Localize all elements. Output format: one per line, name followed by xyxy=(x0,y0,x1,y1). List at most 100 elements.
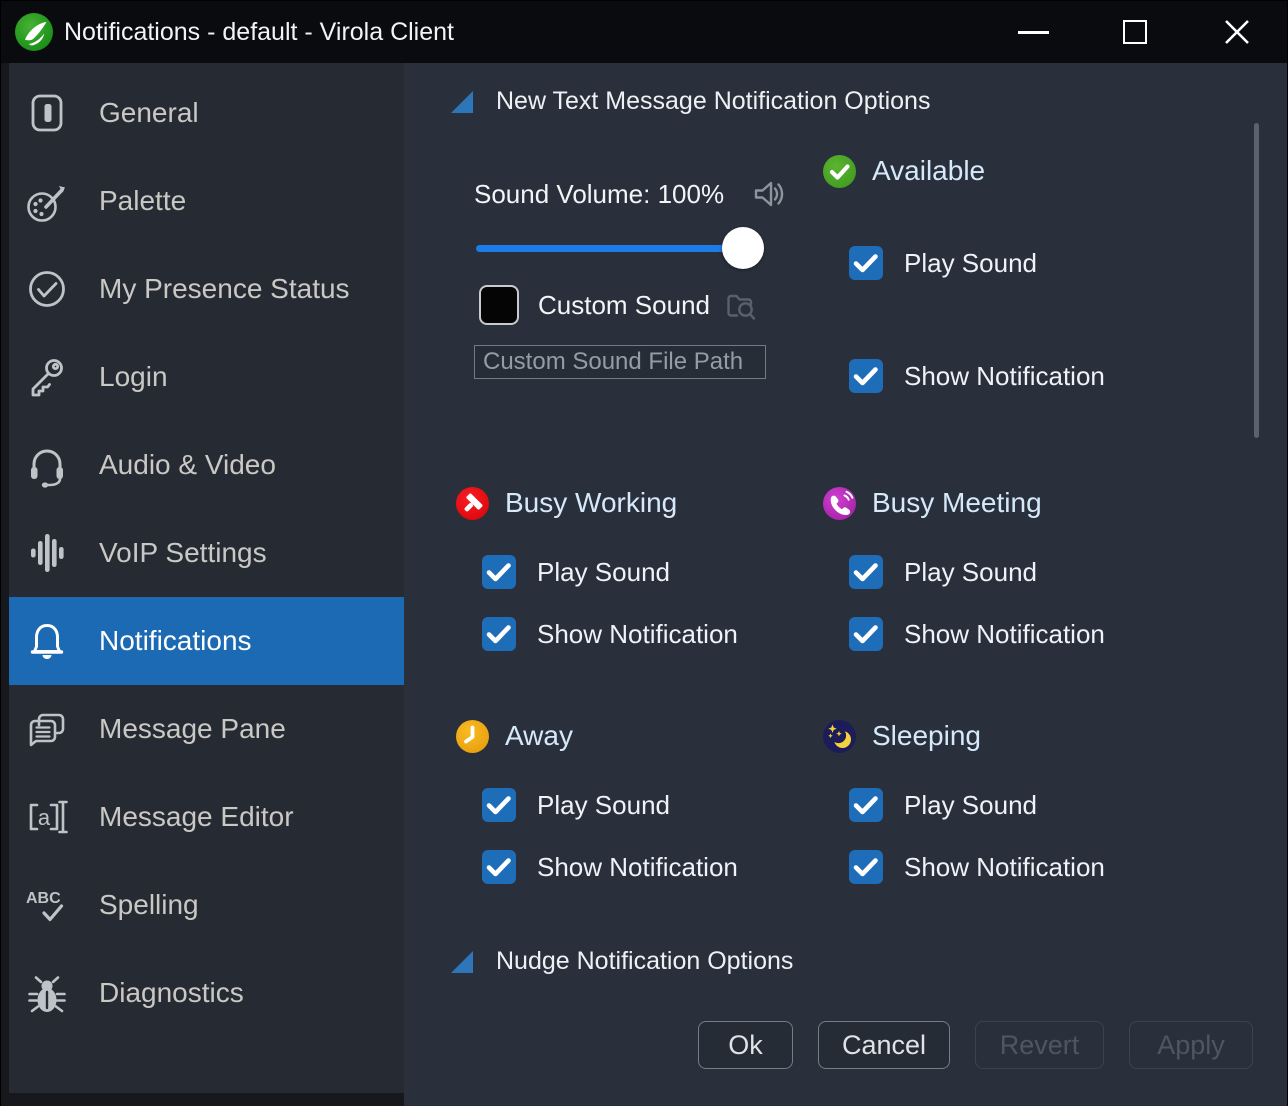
settings-window: Notifications - default - Virola Client … xyxy=(0,0,1288,1106)
bug-icon xyxy=(23,969,71,1017)
section-collapse-triangle-icon[interactable] xyxy=(451,951,473,973)
sidebar-item-palette[interactable]: Palette xyxy=(9,157,404,245)
status-block-away: Away Play Sound Show Notification xyxy=(456,719,738,912)
maximize-button[interactable] xyxy=(1115,12,1155,52)
status-title: Sleeping xyxy=(872,720,981,752)
ok-button[interactable]: Ok xyxy=(698,1021,793,1069)
sidebar-item-label: General xyxy=(99,97,199,129)
show-notification-checkbox[interactable] xyxy=(849,359,883,393)
sidebar-item-label: Message Pane xyxy=(99,713,286,745)
play-sound-label: Play Sound xyxy=(537,790,670,821)
show-notification-checkbox[interactable] xyxy=(482,617,516,651)
available-show-notification-row: Show Notification xyxy=(849,359,1105,393)
away-play-sound-row: Play Sound xyxy=(482,788,738,822)
play-sound-label: Play Sound xyxy=(537,557,670,588)
sidebar-item-message-editor[interactable]: a Message Editor xyxy=(9,773,404,861)
section-title: Nudge Notification Options xyxy=(496,947,793,976)
window-body: General Palette xyxy=(1,63,1287,1106)
custom-sound-label: Custom Sound xyxy=(538,290,710,321)
apply-button[interactable]: Apply xyxy=(1129,1021,1253,1069)
sidebar-item-spelling[interactable]: ABC Spelling xyxy=(9,861,404,949)
sidebar-item-label: Message Editor xyxy=(99,801,294,833)
section-title: New Text Message Notification Options xyxy=(496,87,930,116)
sidebar: General Palette xyxy=(9,63,404,1093)
busy-meeting-status-icon xyxy=(823,487,856,520)
custom-sound-checkbox[interactable] xyxy=(479,285,519,325)
sound-volume-row: Sound Volume: 100% xyxy=(474,175,786,213)
dialog-buttons: Ok Cancel Revert Apply xyxy=(698,1021,1253,1069)
sidebar-item-label: VoIP Settings xyxy=(99,537,267,569)
sidebar-item-diagnostics[interactable]: Diagnostics xyxy=(9,949,404,1037)
vertical-scrollbar-thumb[interactable] xyxy=(1254,123,1259,438)
section-text-message-options: New Text Message Notification Options xyxy=(451,87,930,116)
svg-text:a: a xyxy=(38,805,51,830)
sleeping-play-sound-row: Play Sound xyxy=(849,788,1105,822)
show-notification-label: Show Notification xyxy=(904,361,1105,392)
play-sound-checkbox[interactable] xyxy=(482,555,516,589)
minimize-button[interactable] xyxy=(1013,12,1053,52)
palette-icon xyxy=(23,177,71,225)
sidebar-item-general[interactable]: General xyxy=(9,69,404,157)
bell-icon xyxy=(23,617,71,665)
sidebar-item-label: Diagnostics xyxy=(99,977,244,1009)
waveform-icon xyxy=(23,529,71,577)
browse-sound-file-icon[interactable] xyxy=(720,286,758,324)
sidebar-item-audio-video[interactable]: Audio & Video xyxy=(9,421,404,509)
cancel-button[interactable]: Cancel xyxy=(818,1021,950,1069)
section-nudge-options: Nudge Notification Options xyxy=(451,947,793,976)
window-controls xyxy=(1013,1,1257,63)
message-editor-icon: a xyxy=(23,793,71,841)
volume-slider-thumb[interactable] xyxy=(722,227,764,269)
show-notification-checkbox[interactable] xyxy=(849,617,883,651)
status-title: Busy Working xyxy=(505,487,677,519)
custom-sound-file-path-input[interactable] xyxy=(474,345,766,379)
status-block-busy-meeting: Busy Meeting Play Sound Show Notificatio… xyxy=(823,486,1105,679)
titlebar: Notifications - default - Virola Client xyxy=(1,1,1287,63)
close-button[interactable] xyxy=(1217,12,1257,52)
sidebar-item-label: Palette xyxy=(99,185,186,217)
status-title: Busy Meeting xyxy=(872,487,1042,519)
status-title: Available xyxy=(872,155,985,187)
sidebar-item-label: Notifications xyxy=(99,625,252,657)
away-show-notification-row: Show Notification xyxy=(482,850,738,884)
login-key-icon xyxy=(23,353,71,401)
play-sound-checkbox[interactable] xyxy=(849,555,883,589)
svg-text:ABC: ABC xyxy=(26,890,61,907)
play-sound-checkbox[interactable] xyxy=(849,788,883,822)
status-block-available: Available Play Sound Show Notification xyxy=(823,154,1105,472)
status-block-busy-working: Busy Working Play Sound Show Notificatio… xyxy=(456,486,738,679)
sidebar-item-presence-status[interactable]: My Presence Status xyxy=(9,245,404,333)
sidebar-item-message-pane[interactable]: Message Pane xyxy=(9,685,404,773)
sleeping-show-notification-row: Show Notification xyxy=(849,850,1105,884)
away-status-icon xyxy=(456,720,489,753)
play-sound-checkbox[interactable] xyxy=(482,788,516,822)
window-title: Notifications - default - Virola Client xyxy=(64,18,454,47)
play-sound-label: Play Sound xyxy=(904,790,1037,821)
general-icon xyxy=(23,89,71,137)
sidebar-item-label: Audio & Video xyxy=(99,449,276,481)
volume-slider-track[interactable] xyxy=(476,245,764,252)
custom-sound-row: Custom Sound xyxy=(479,285,710,325)
sidebar-item-label: Login xyxy=(99,361,168,393)
volume-slider[interactable] xyxy=(476,227,764,269)
speaker-icon[interactable] xyxy=(748,175,786,213)
available-play-sound-row: Play Sound xyxy=(849,246,1105,280)
play-sound-label: Play Sound xyxy=(904,248,1037,279)
show-notification-label: Show Notification xyxy=(904,619,1105,650)
show-notification-label: Show Notification xyxy=(537,619,738,650)
sidebar-item-notifications[interactable]: Notifications xyxy=(9,597,404,685)
play-sound-checkbox[interactable] xyxy=(849,246,883,280)
show-notification-label: Show Notification xyxy=(904,852,1105,883)
sidebar-item-label: My Presence Status xyxy=(99,273,350,305)
busy-working-status-icon xyxy=(456,487,489,520)
virola-logo-icon xyxy=(15,13,53,51)
show-notification-checkbox[interactable] xyxy=(482,850,516,884)
available-status-icon xyxy=(823,155,856,188)
spelling-check-icon: ABC xyxy=(23,881,71,929)
section-collapse-triangle-icon[interactable] xyxy=(451,91,473,113)
sidebar-item-voip-settings[interactable]: VoIP Settings xyxy=(9,509,404,597)
show-notification-checkbox[interactable] xyxy=(849,850,883,884)
status-block-sleeping: Sleeping Play Sound Show Notification xyxy=(823,719,1105,912)
sidebar-item-login[interactable]: Login xyxy=(9,333,404,421)
revert-button[interactable]: Revert xyxy=(975,1021,1104,1069)
